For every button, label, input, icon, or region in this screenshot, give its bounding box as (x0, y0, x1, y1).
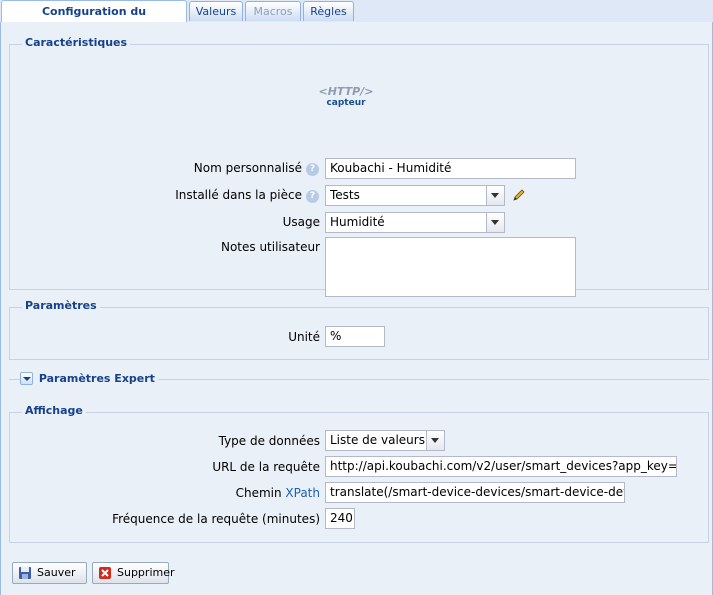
xpath-input[interactable]: translate(/smart-device-devices/smart-de… (325, 482, 625, 503)
url-label-wrap: URL de la requête (10, 458, 320, 478)
name-label-wrap: Nom personnalisé (10, 159, 302, 179)
name-input[interactable]: Koubachi - Humidité (325, 158, 576, 179)
delete-button[interactable]: Supprimer (92, 562, 175, 584)
datatype-label-wrap: Type de données (10, 432, 320, 452)
path-label-wrap: Chemin XPath (10, 484, 320, 504)
url-label: URL de la requête (212, 460, 320, 474)
device-type-icon: <HTTP/> capteur (316, 85, 376, 108)
room-select[interactable]: Tests (325, 185, 505, 206)
usage-select[interactable]: Humidité (325, 212, 505, 233)
save-button-label: Sauver (37, 566, 76, 579)
datatype-select[interactable]: Liste de valeurs (325, 430, 445, 451)
frequency-label-wrap: Fréquence de la requête (minutes) (10, 510, 320, 530)
room-select-value: Tests (330, 188, 360, 202)
tab-device-configuration[interactable]: Configuration du périphérique (1, 0, 187, 40)
notes-label-wrap: Notes utilisateur (10, 240, 320, 260)
frequency-label: Fréquence de la requête (minutes) (112, 512, 320, 526)
characteristics-title: Caractéristiques (22, 36, 131, 49)
http-icon: <HTTP/> (318, 85, 374, 98)
notes-textarea[interactable] (325, 237, 576, 297)
tab-bar: Configuration du périphérique Valeurs Ma… (0, 0, 713, 40)
chevron-down-icon[interactable] (486, 186, 504, 205)
name-help-icon[interactable]: ? (306, 163, 319, 176)
tab-macros: Macros (245, 1, 301, 21)
usage-select-value: Humidité (330, 215, 385, 229)
tab-rules[interactable]: Règles (303, 1, 354, 21)
parameters-title: Paramètres (22, 299, 100, 312)
usage-label: Usage (282, 215, 320, 229)
device-config-panel: Caractéristiques <HTTP/> capteur Nom per… (0, 22, 713, 595)
xpath-link[interactable]: XPath (285, 486, 320, 500)
chevron-down-icon[interactable] (486, 213, 504, 232)
frequency-input[interactable]: 240 (325, 508, 355, 529)
floppy-disk-icon (19, 567, 31, 579)
room-help-icon[interactable]: ? (306, 190, 319, 203)
usage-label-wrap: Usage (10, 213, 320, 233)
expand-icon[interactable] (20, 372, 33, 385)
delete-icon (99, 567, 111, 579)
expert-toggle[interactable]: Paramètres Expert (20, 372, 158, 386)
tab-values[interactable]: Valeurs (189, 1, 243, 21)
device-type-label: capteur (326, 98, 366, 108)
save-button[interactable]: Sauver (12, 562, 87, 584)
datatype-select-value: Liste de valeurs (330, 433, 425, 447)
path-label-prefix: Chemin (235, 486, 282, 500)
path-label: Chemin XPath (236, 486, 320, 500)
expert-title: Paramètres Expert (38, 372, 155, 385)
display-title: Affichage (22, 404, 86, 417)
datatype-label: Type de données (218, 434, 320, 448)
delete-button-label: Supprimer (117, 566, 175, 579)
url-input[interactable]: http://api.koubachi.com/v2/user/smart_de… (325, 456, 677, 477)
edit-pencil-icon[interactable] (512, 188, 526, 202)
chevron-down-icon[interactable] (426, 431, 444, 450)
name-label: Nom personnalisé (193, 161, 302, 175)
unit-label: Unité (288, 330, 320, 344)
unit-label-wrap: Unité (10, 328, 320, 348)
characteristics-fieldset: Caractéristiques <HTTP/> capteur Nom per… (9, 36, 709, 297)
unit-input[interactable]: % (325, 326, 385, 347)
room-label: Installé dans la pièce (175, 188, 302, 202)
room-label-wrap: Installé dans la pièce (10, 186, 302, 206)
display-fieldset: Affichage Type de données Liste de valeu… (9, 404, 709, 543)
notes-label: Notes utilisateur (220, 240, 320, 254)
parameters-fieldset: Paramètres Unité % (9, 299, 709, 360)
